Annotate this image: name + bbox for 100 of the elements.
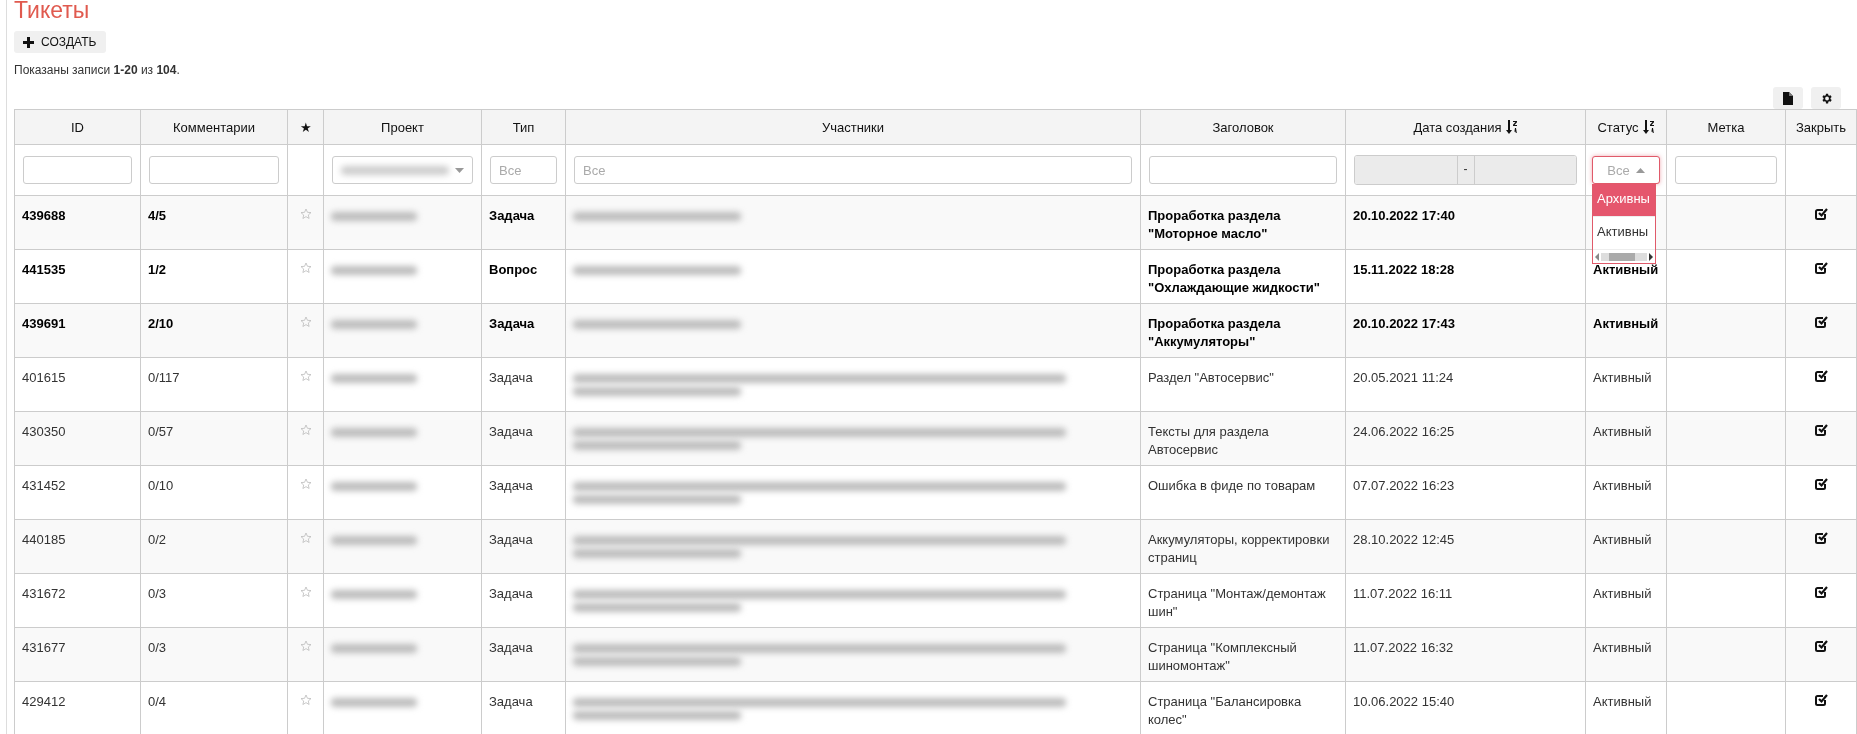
- comment-count: 0/4: [148, 694, 167, 709]
- filter-field[interactable]: [1675, 156, 1777, 184]
- created-date: 10.06.2022 15:40: [1353, 694, 1455, 709]
- ticket-title: Проработка раздела "Аккумуляторы": [1148, 316, 1281, 349]
- filter-field[interactable]: [1149, 156, 1337, 184]
- ticket-title: Страница "Балансировка колес": [1148, 694, 1302, 727]
- ticket-type: Задача: [489, 694, 533, 709]
- column-header[interactable]: ★: [287, 109, 324, 145]
- ticket-id: 431672: [22, 586, 66, 601]
- column-header[interactable]: Проект: [323, 109, 482, 145]
- export-button[interactable]: [1773, 87, 1803, 109]
- column-header[interactable]: Тип: [481, 109, 566, 145]
- created-date: 07.07.2022 16:23: [1353, 478, 1455, 493]
- ticket-type: Вопрос: [489, 262, 538, 277]
- created-date: 11.07.2022 16:11: [1353, 586, 1453, 601]
- ticket-id: 401615: [22, 370, 66, 385]
- ticket-type: Задача: [489, 586, 533, 601]
- filter-field[interactable]: [23, 156, 132, 184]
- created-date: 24.06.2022 16:25: [1353, 424, 1455, 439]
- check-square-icon[interactable]: [1814, 315, 1828, 328]
- check-square-icon[interactable]: [1814, 639, 1828, 652]
- column-header[interactable]: ID: [14, 109, 141, 145]
- created-date: 20.10.2022 17:43: [1353, 316, 1455, 331]
- ticket-id: 431677: [22, 640, 66, 655]
- comment-count: 4/5: [148, 208, 167, 223]
- ticket-status: Активный: [1593, 424, 1652, 439]
- created-date: 28.10.2022 12:45: [1353, 532, 1455, 547]
- star-icon[interactable]: [299, 316, 312, 328]
- column-header[interactable]: Комментарии: [140, 109, 288, 145]
- page-title: Тикеты: [14, 0, 91, 20]
- sort-icon[interactable]: [1642, 119, 1655, 134]
- comment-count: 0/117: [148, 370, 180, 385]
- star-icon[interactable]: [299, 586, 312, 598]
- file-icon: [1783, 91, 1793, 105]
- ticket-status: Активный: [1593, 316, 1659, 331]
- column-header[interactable]: Дата создания: [1345, 109, 1586, 145]
- column-header[interactable]: Заголовок: [1140, 109, 1346, 145]
- ticket-title: Тексты для раздела Автосервис: [1148, 424, 1269, 457]
- comment-count: 2/10: [148, 316, 174, 331]
- sort-icon[interactable]: [1505, 119, 1518, 134]
- check-square-icon[interactable]: [1814, 693, 1828, 706]
- star-icon[interactable]: [299, 532, 312, 544]
- ticket-id: 439691: [22, 316, 66, 331]
- filter-field[interactable]: Все: [574, 156, 1132, 184]
- comment-count: 0/57: [148, 424, 174, 439]
- column-header[interactable]: Статус: [1585, 109, 1667, 145]
- column-header[interactable]: Метка: [1666, 109, 1786, 145]
- star-icon[interactable]: [299, 262, 312, 274]
- check-square-icon[interactable]: [1814, 585, 1828, 598]
- create-button[interactable]: СОЗДАТЬ: [14, 31, 107, 53]
- check-square-icon[interactable]: [1814, 531, 1828, 544]
- ticket-type: Задача: [489, 424, 533, 439]
- created-date: 20.05.2021 11:24: [1353, 370, 1454, 385]
- ticket-title: Ошибка в фиде по товарам: [1148, 478, 1316, 493]
- comment-count: 0/2: [148, 532, 167, 547]
- ticket-type: Задача: [489, 208, 535, 223]
- ticket-status: Активный: [1593, 586, 1652, 601]
- filter-field[interactable]: [149, 156, 279, 184]
- comment-count: 1/2: [148, 262, 167, 277]
- ticket-type: Задача: [489, 640, 533, 655]
- column-header[interactable]: Закрыть: [1785, 109, 1857, 145]
- ticket-id: 441535: [22, 262, 66, 277]
- ticket-title: Проработка раздела "Моторное масло": [1148, 208, 1281, 241]
- star-icon[interactable]: [299, 208, 312, 220]
- ticket-type: Задача: [489, 370, 533, 385]
- star-icon[interactable]: [299, 640, 312, 652]
- check-square-icon[interactable]: [1814, 207, 1828, 220]
- created-date: 11.07.2022 16:32: [1353, 640, 1454, 655]
- plus-icon: [23, 36, 34, 48]
- ticket-title: Аккумуляторы, корректировки страниц: [1148, 532, 1330, 565]
- records-summary: Показаны записи 1-20 из 104.: [14, 63, 181, 77]
- star-icon[interactable]: [299, 694, 312, 706]
- check-square-icon[interactable]: [1814, 369, 1828, 382]
- check-square-icon[interactable]: [1814, 261, 1828, 274]
- ticket-id: 430350: [22, 424, 66, 439]
- ticket-title: Страница "Комплексный шиномонтаж": [1148, 640, 1297, 673]
- ticket-type: Задача: [489, 478, 533, 493]
- star-icon[interactable]: [299, 370, 312, 382]
- star-icon[interactable]: [299, 478, 312, 490]
- horizontal-scrollbar[interactable]: [1593, 250, 1655, 263]
- comment-count: 0/3: [148, 640, 167, 655]
- ticket-id: 440185: [22, 532, 66, 547]
- ticket-status: Активный: [1593, 478, 1652, 493]
- ticket-status: Активный: [1593, 262, 1659, 277]
- dropdown-option[interactable]: Архивны: [1593, 184, 1655, 217]
- created-date: 15.11.2022 18:28: [1353, 262, 1455, 277]
- ticket-status: Активный: [1593, 370, 1652, 385]
- check-square-icon[interactable]: [1814, 477, 1828, 490]
- check-square-icon[interactable]: [1814, 423, 1828, 436]
- ticket-title: Раздел "Автосервис": [1148, 370, 1274, 385]
- created-date: 20.10.2022 17:40: [1353, 208, 1455, 223]
- filter-field[interactable]: Все: [490, 156, 557, 184]
- column-header[interactable]: Участники: [565, 109, 1141, 145]
- ticket-type: Задача: [489, 316, 535, 331]
- caret-icon: [1635, 167, 1645, 173]
- settings-button[interactable]: [1811, 87, 1841, 109]
- ticket-status: Активный: [1593, 694, 1652, 709]
- ticket-status: Активный: [1593, 640, 1652, 655]
- star-icon[interactable]: [299, 424, 312, 436]
- ticket-title: Страница "Монтаж/демонтаж шин": [1148, 586, 1326, 619]
